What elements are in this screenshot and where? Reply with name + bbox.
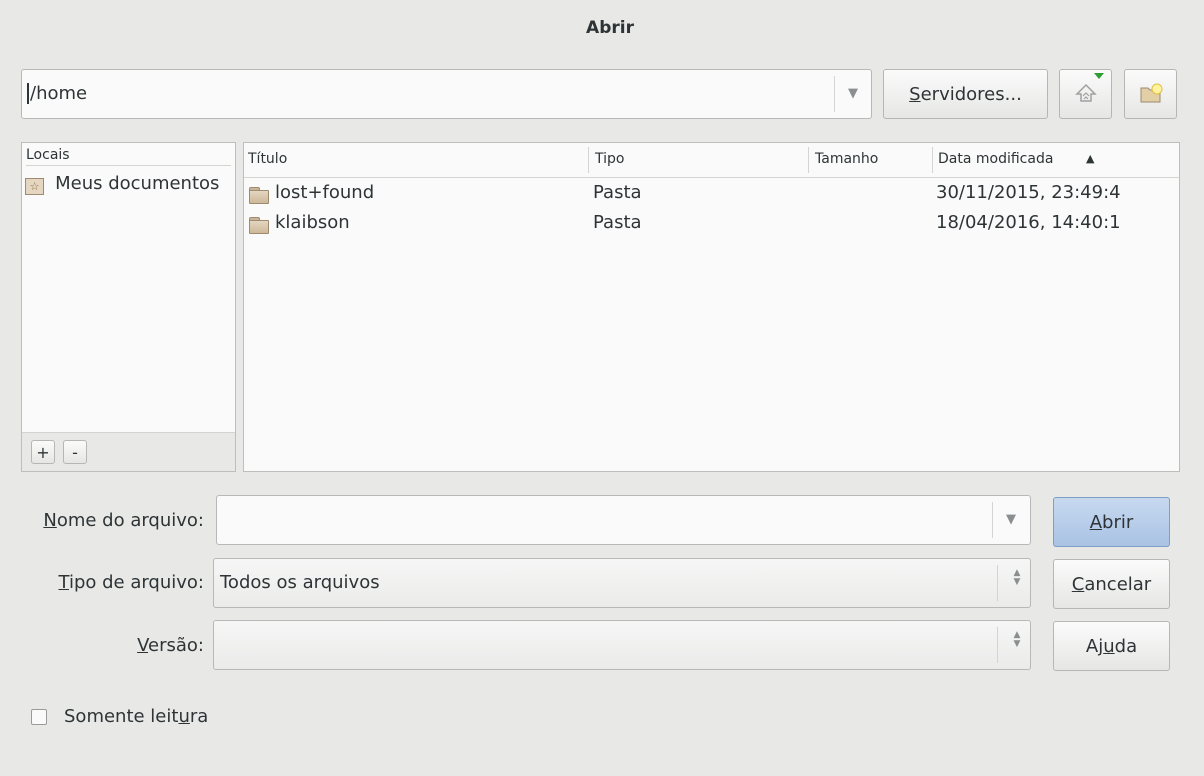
- column-title[interactable]: Título: [248, 151, 287, 167]
- path-combobox[interactable]: /home ▼: [21, 69, 872, 119]
- places-panel: Locais ☆ Meus documentos + -: [21, 142, 236, 472]
- folder-icon: [249, 187, 269, 204]
- filetype-value: Todos os arquivos: [220, 572, 380, 593]
- spin-arrows-icon: ▲ ▼: [1013, 568, 1021, 587]
- folder-icon: [249, 217, 269, 234]
- filetype-select[interactable]: Todos os arquivos ▲ ▼: [213, 558, 1031, 608]
- parent-folder-button[interactable]: [1059, 69, 1112, 119]
- spin-arrows-icon: ▲ ▼: [1013, 630, 1021, 649]
- file-list-header: Título Tipo Tamanho Data modificada ▲: [244, 143, 1179, 178]
- filetype-label: Tipo de arquivo:: [58, 572, 204, 593]
- remove-place-button[interactable]: -: [63, 440, 87, 464]
- file-modified: 30/11/2015, 23:49:4: [936, 182, 1121, 203]
- cancel-button[interactable]: Cancelar: [1053, 559, 1170, 609]
- new-folder-icon: [1140, 83, 1162, 103]
- table-row[interactable]: lost+found Pasta 30/11/2015, 23:49:4: [244, 179, 1179, 209]
- file-name: lost+found: [275, 182, 375, 203]
- open-label: Abrir: [1089, 511, 1134, 533]
- readonly-label[interactable]: Somente leitura: [64, 706, 208, 727]
- file-name: klaibson: [275, 212, 350, 233]
- bookmark-star-icon: ☆: [25, 178, 44, 195]
- open-button[interactable]: Abrir: [1053, 497, 1170, 547]
- dropdown-indicator-icon: [1094, 73, 1104, 79]
- go-up-icon: [1074, 83, 1097, 102]
- filetype-separator: [997, 565, 998, 601]
- filename-separator: [992, 502, 993, 538]
- file-type: Pasta: [593, 182, 642, 203]
- column-size[interactable]: Tamanho: [815, 151, 878, 167]
- new-folder-button[interactable]: [1124, 69, 1177, 119]
- file-type: Pasta: [593, 212, 642, 233]
- path-input[interactable]: /home: [27, 83, 87, 104]
- servers-button[interactable]: Servidores...: [883, 69, 1048, 119]
- places-item-label: Meus documentos: [55, 173, 220, 194]
- places-item-my-documents[interactable]: ☆ Meus documentos: [25, 173, 233, 199]
- file-modified: 18/04/2016, 14:40:1: [936, 212, 1121, 233]
- version-label: Versão:: [137, 635, 204, 656]
- chevron-down-icon[interactable]: ▼: [848, 86, 858, 101]
- path-separator: [834, 76, 835, 112]
- help-button[interactable]: Ajuda: [1053, 621, 1170, 671]
- servers-label: Servidores...: [909, 83, 1022, 105]
- filename-combobox[interactable]: ▼: [216, 495, 1031, 545]
- chevron-down-icon[interactable]: ▼: [1006, 512, 1016, 527]
- cancel-label: Cancelar: [1071, 573, 1152, 595]
- dialog-title: Abrir: [586, 18, 634, 38]
- readonly-checkbox[interactable]: [31, 709, 47, 725]
- places-header: Locais: [26, 147, 231, 166]
- file-list-panel: Título Tipo Tamanho Data modificada ▲ lo…: [243, 142, 1180, 472]
- add-place-button[interactable]: +: [31, 440, 55, 464]
- filename-label: Nome do arquivo:: [43, 510, 204, 531]
- version-select[interactable]: ▲ ▼: [213, 620, 1031, 670]
- column-type[interactable]: Tipo: [595, 151, 624, 167]
- sort-ascending-icon: ▲: [1086, 152, 1095, 165]
- help-label: Ajuda: [1085, 635, 1138, 657]
- table-row[interactable]: klaibson Pasta 18/04/2016, 14:40:1: [244, 209, 1179, 239]
- column-modified[interactable]: Data modificada: [938, 151, 1053, 167]
- version-separator: [997, 627, 998, 663]
